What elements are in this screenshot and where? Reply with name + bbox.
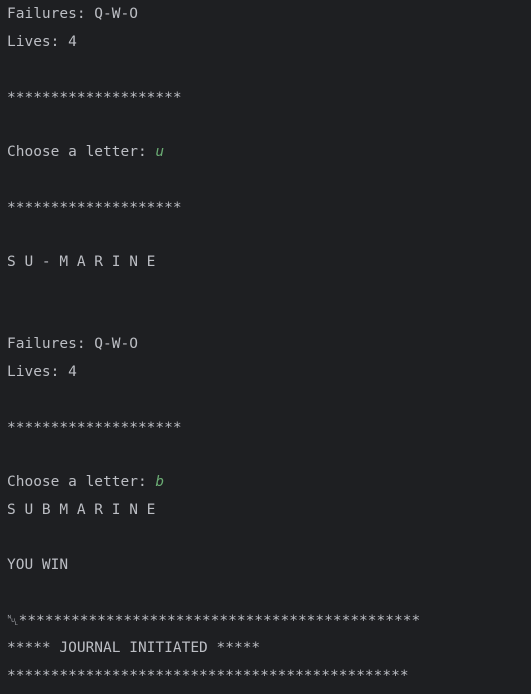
prompt-text: Choose a letter: [7,144,156,160]
prompt-text: Choose a letter: [7,474,156,490]
journal-border-top: ␀***************************************… [7,613,421,629]
failures-line: Failures: Q-W-O [7,336,138,352]
separator-line: ******************** [7,90,182,106]
result-message: YOU WIN [7,557,69,573]
journal-title: ***** JOURNAL INITIATED ***** [7,640,261,656]
user-input: b [155,474,165,490]
console-output: Failures: Q-W-O Lives: 4 ***************… [7,0,531,694]
failures-line: Failures: Q-W-O [7,6,138,22]
user-input: u [155,144,165,160]
separator-line: ******************** [7,420,182,436]
word-display: S U B M A R I N E [7,502,156,518]
journal-border-bottom: ****************************************… [7,668,409,684]
lives-line: Lives: 4 [7,34,77,50]
prompt-line: Choose a letter: u [7,138,164,166]
separator-line: ******************** [7,200,182,216]
word-display: S U - M A R I N E [7,254,156,270]
lives-line: Lives: 4 [7,364,77,380]
prompt-line: Choose a letter: b [7,468,164,496]
